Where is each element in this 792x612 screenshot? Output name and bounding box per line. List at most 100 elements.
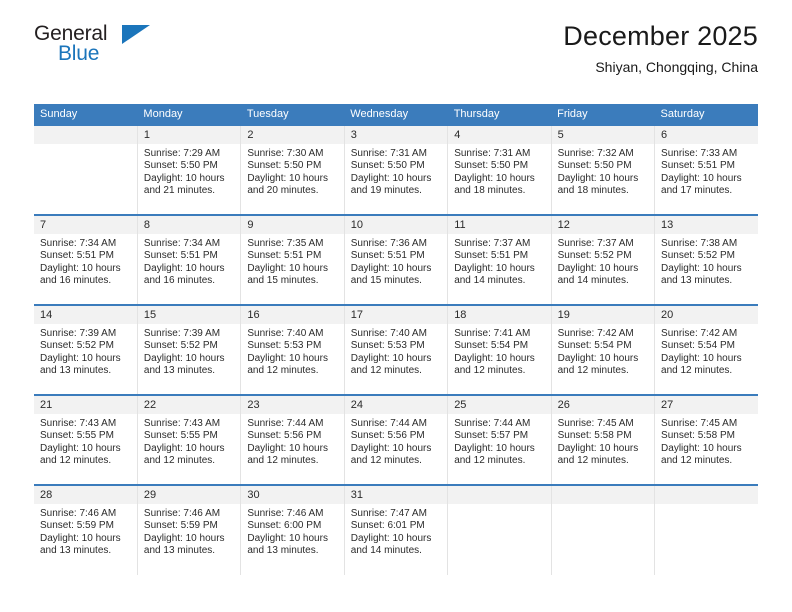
day-details: Sunrise: 7:32 AM Sunset: 5:50 PM Daylight:… [552,144,654,198]
daylight-text: Daylight: 10 hours and 14 minutes. [557,262,639,287]
calendar-day-cell[interactable]: 12 Sunrise: 7:37 AM Sunset: 5:52 PM Dayligh… [551,214,656,305]
day-number: 1 [137,126,241,144]
sunset-text: Sunset: 5:57 PM [454,430,529,442]
weekday-header-saturday: Saturday [654,104,758,125]
sunrise-text: Sunrise: 7:43 AM [143,418,221,429]
day-number: 3 [344,126,448,144]
calendar-page: General Blue December 2025 Shiyan, Chong… [0,0,792,612]
daylight-text: Daylight: 10 hours and 19 minutes. [350,172,432,197]
daylight-text: Daylight: 10 hours and 13 minutes. [143,532,225,557]
calendar-day-cell[interactable]: 24 Sunrise: 7:44 AM Sunset: 5:56 PM Dayligh… [344,394,449,485]
daylight-text: Daylight: 10 hours and 13 minutes. [143,352,225,377]
sunrise-text: Sunrise: 7:31 AM [350,148,427,159]
sunrise-text: Sunrise: 7:41 AM [454,328,531,339]
calendar-day-cell[interactable]: 28 Sunrise: 7:46 AM Sunset: 5:59 PM Dayligh… [34,484,138,575]
sunset-text: Sunset: 6:00 PM [247,520,322,532]
daylight-text: Daylight: 10 hours and 12 minutes. [40,442,121,467]
daylight-text: Daylight: 10 hours and 12 minutes. [350,442,432,467]
day-number: 2 [241,126,344,144]
weekday-header-tuesday: Tuesday [240,104,345,125]
calendar-grid: Sunday Monday Tuesday Wednesday Thursday Frid… [34,104,758,575]
calendar-day-cell[interactable]: 9 Sunrise: 7:35 AM Sunset: 5:51 PM Daylight… [240,214,345,305]
sunrise-text: Sunrise: 7:46 AM [143,508,221,519]
daylight-text: Daylight: 10 hours and 17 minutes. [661,172,742,197]
sunrise-text: Sunrise: 7:43 AM [40,418,117,429]
calendar-day-cell[interactable]: 10 Sunrise: 7:36 AM Sunset: 5:51 PM Dayligh… [344,214,449,305]
day-number [551,486,655,504]
day-details: Sunrise: 7:46 AM Sunset: 5:59 PM Daylight:… [34,504,137,558]
daylight-text: Daylight: 10 hours and 12 minutes. [247,352,328,377]
daylight-text: Daylight: 10 hours and 14 minutes. [350,532,432,557]
calendar-day-cell[interactable]: 15 Sunrise: 7:39 AM Sunset: 5:52 PM Dayligh… [137,304,242,395]
sunset-text: Sunset: 5:50 PM [247,160,322,172]
calendar-day-cell[interactable]: 17 Sunrise: 7:40 AM Sunset: 5:53 PM Dayligh… [344,304,449,395]
calendar-day-cell[interactable]: 7 Sunrise: 7:34 AM Sunset: 5:51 PM Daylight… [34,214,138,305]
sunrise-text: Sunrise: 7:42 AM [661,328,738,339]
calendar-day-cell[interactable]: 21 Sunrise: 7:43 AM Sunset: 5:55 PM Dayligh… [34,394,138,485]
sunset-text: Sunset: 5:50 PM [557,160,632,172]
sunset-text: Sunset: 5:58 PM [661,430,735,442]
daylight-text: Daylight: 10 hours and 12 minutes. [454,442,535,467]
sunrise-text: Sunrise: 7:42 AM [557,328,634,339]
calendar-day-cell[interactable]: 8 Sunrise: 7:34 AM Sunset: 5:51 PM Daylight… [137,214,242,305]
sunrise-text: Sunrise: 7:33 AM [661,148,738,159]
sunset-text: Sunset: 5:56 PM [247,430,322,442]
calendar-day-cell[interactable]: 26 Sunrise: 7:45 AM Sunset: 5:58 PM Dayligh… [551,394,656,485]
calendar-day-cell[interactable]: 11 Sunrise: 7:37 AM Sunset: 5:51 PM Dayligh… [447,214,552,305]
daylight-text: Daylight: 10 hours and 12 minutes. [454,352,535,377]
daylight-text: Daylight: 10 hours and 12 minutes. [661,442,742,467]
sunset-text: Sunset: 5:51 PM [350,250,425,262]
calendar-day-cell[interactable]: 27 Sunrise: 7:45 AM Sunset: 5:58 PM Dayligh… [654,394,758,485]
calendar-day-cell[interactable]: 19 Sunrise: 7:42 AM Sunset: 5:54 PM Dayligh… [551,304,656,395]
calendar-day-cell[interactable]: 16 Sunrise: 7:40 AM Sunset: 5:53 PM Dayligh… [240,304,345,395]
day-number: 17 [344,306,448,324]
day-number: 8 [137,216,241,234]
daylight-text: Daylight: 10 hours and 20 minutes. [247,172,328,197]
sunset-text: Sunset: 5:56 PM [350,430,425,442]
calendar-cell-empty [654,484,758,575]
calendar-day-cell[interactable]: 25 Sunrise: 7:44 AM Sunset: 5:57 PM Dayligh… [447,394,552,485]
day-details: Sunrise: 7:34 AM Sunset: 5:51 PM Daylight:… [34,234,137,288]
calendar-day-cell[interactable]: 3 Sunrise: 7:31 AM Sunset: 5:50 PM Daylight… [344,124,449,215]
calendar-day-cell[interactable]: 22 Sunrise: 7:43 AM Sunset: 5:55 PM Dayligh… [137,394,242,485]
calendar-week-row: 7 Sunrise: 7:34 AM Sunset: 5:51 PM Daylight… [34,214,758,305]
daylight-text: Daylight: 10 hours and 12 minutes. [557,442,639,467]
calendar-day-cell[interactable]: 1 Sunrise: 7:29 AM Sunset: 5:50 PM Daylight… [137,124,242,215]
calendar-day-cell[interactable]: 2 Sunrise: 7:30 AM Sunset: 5:50 PM Daylight… [240,124,345,215]
calendar-day-cell[interactable]: 4 Sunrise: 7:31 AM Sunset: 5:50 PM Daylight… [447,124,552,215]
sunset-text: Sunset: 5:50 PM [350,160,425,172]
calendar-day-cell[interactable]: 14 Sunrise: 7:39 AM Sunset: 5:52 PM Dayligh… [34,304,138,395]
sunset-text: Sunset: 5:51 PM [661,160,735,172]
sunrise-text: Sunrise: 7:40 AM [247,328,324,339]
sunrise-text: Sunrise: 7:35 AM [247,238,324,249]
calendar-day-cell[interactable]: 5 Sunrise: 7:32 AM Sunset: 5:50 PM Daylight… [551,124,656,215]
day-number: 24 [344,396,448,414]
calendar-day-cell[interactable]: 23 Sunrise: 7:44 AM Sunset: 5:56 PM Dayligh… [240,394,345,485]
calendar-body: 1 Sunrise: 7:29 AM Sunset: 5:50 PM Daylight… [34,124,758,575]
page-title: December 2025 [563,21,758,51]
calendar-day-cell[interactable]: 30 Sunrise: 7:46 AM Sunset: 6:00 PM Dayligh… [240,484,345,575]
day-number [655,486,758,504]
calendar-day-cell[interactable]: 18 Sunrise: 7:41 AM Sunset: 5:54 PM Dayligh… [447,304,552,395]
sunset-text: Sunset: 5:54 PM [661,340,735,352]
sunrise-text: Sunrise: 7:30 AM [247,148,324,159]
calendar-day-cell[interactable]: 20 Sunrise: 7:42 AM Sunset: 5:54 PM Dayligh… [654,304,758,395]
day-number: 4 [448,126,551,144]
sunrise-text: Sunrise: 7:39 AM [40,328,117,339]
sunrise-text: Sunrise: 7:32 AM [557,148,634,159]
sunrise-text: Sunrise: 7:34 AM [143,238,221,249]
calendar-day-cell[interactable]: 13 Sunrise: 7:38 AM Sunset: 5:52 PM Dayligh… [654,214,758,305]
sunrise-text: Sunrise: 7:45 AM [557,418,634,429]
day-number: 29 [137,486,241,504]
sunset-text: Sunset: 5:54 PM [454,340,529,352]
weekday-header-sunday: Sunday [34,104,138,125]
daylight-text: Daylight: 10 hours and 14 minutes. [454,262,535,287]
sunset-text: Sunset: 5:59 PM [143,520,218,532]
day-details: Sunrise: 7:31 AM Sunset: 5:50 PM Daylight:… [345,144,447,198]
calendar-week-row: 28 Sunrise: 7:46 AM Sunset: 5:59 PM Dayligh… [34,484,758,575]
day-details: Sunrise: 7:44 AM Sunset: 5:57 PM Daylight:… [448,414,550,468]
calendar-day-cell[interactable]: 29 Sunrise: 7:46 AM Sunset: 5:59 PM Dayligh… [137,484,242,575]
calendar-day-cell[interactable]: 6 Sunrise: 7:33 AM Sunset: 5:51 PM Daylight… [654,124,758,215]
calendar-day-cell[interactable]: 31 Sunrise: 7:47 AM Sunset: 6:01 PM Dayligh… [344,484,449,575]
general-blue-logo: General Blue [34,22,164,74]
